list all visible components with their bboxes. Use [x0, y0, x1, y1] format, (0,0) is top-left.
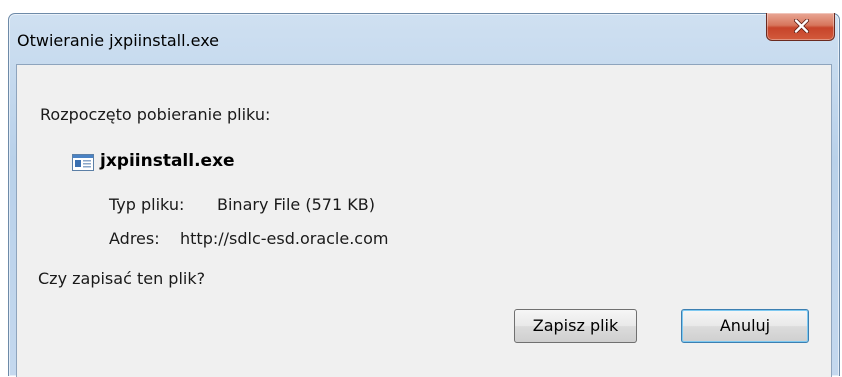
download-started-text: Rozpoczęto pobieranie pliku:: [40, 105, 271, 124]
close-button[interactable]: [766, 13, 835, 41]
cancel-button[interactable]: Anuluj: [681, 309, 809, 343]
title-bar[interactable]: Otwieranie jxpiinstall.exe: [9, 13, 839, 64]
file-type-label: Typ pliku:: [109, 195, 185, 214]
file-name: jxpiinstall.exe: [100, 151, 235, 171]
address-value: http://sdlc-esd.oracle.com: [180, 229, 389, 248]
file-type-value: Binary File (571 KB): [217, 195, 375, 214]
address-label: Adres:: [109, 229, 160, 248]
download-dialog-window: Otwieranie jxpiinstall.exe Rozpoczęto po…: [8, 13, 840, 377]
window-title: Otwieranie jxpiinstall.exe: [17, 31, 220, 50]
save-file-button[interactable]: Zapisz plik: [514, 309, 637, 343]
executable-file-icon: [72, 154, 94, 171]
close-x-icon: [794, 19, 809, 33]
save-question-text: Czy zapisać ten plik?: [38, 269, 206, 288]
dialog-body: Rozpoczęto pobieranie pliku: jxpiinstall…: [16, 64, 832, 377]
